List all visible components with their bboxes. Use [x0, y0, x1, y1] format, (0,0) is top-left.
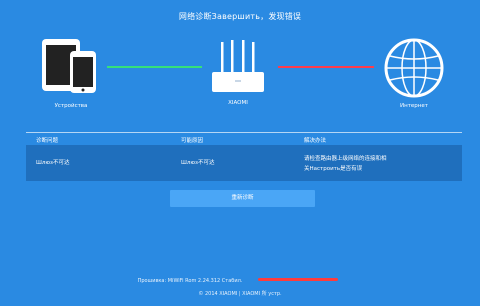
header-solution: 解决办法: [304, 138, 327, 144]
row-solution-line2: 关Настроить是否有误: [304, 166, 363, 172]
header-problem: 诊断问题: [36, 138, 59, 144]
row-solution-line1: 请检查路由器上级网络的连接和相: [304, 156, 387, 162]
firmware-info: Прошивка: MiWiFi Rom 2.24.312 Стабил.: [137, 278, 243, 284]
internet-label: Интернет: [400, 103, 428, 109]
devices-icon: [42, 39, 96, 93]
router-label: XIAOMI: [228, 100, 248, 106]
globe-icon: [384, 38, 444, 98]
table-row: Шлюз不可达 Шлюз不可达 请检查路由器上级网络的连接和相 关Настрои…: [26, 145, 462, 181]
page-title: 网络诊断Завершить，发现错误: [178, 12, 302, 21]
copyright: © 2014 XIAOMI | XIAOMI 所 устр.: [198, 291, 282, 297]
devices-label: Устройства: [54, 103, 88, 109]
rediagnose-button[interactable]: 重新诊断: [170, 190, 315, 207]
router-internet-link: [278, 66, 374, 68]
row-cause: Шлюз不可达: [181, 160, 215, 166]
diagnosis-table-header: 诊断问题 可能原因 解决办法: [26, 132, 462, 146]
redaction-mark: [258, 278, 338, 281]
row-problem: Шлюз不可达: [36, 160, 70, 166]
router-icon: [212, 40, 264, 92]
devices-router-link: [107, 66, 202, 68]
header-cause: 可能原因: [181, 138, 204, 144]
